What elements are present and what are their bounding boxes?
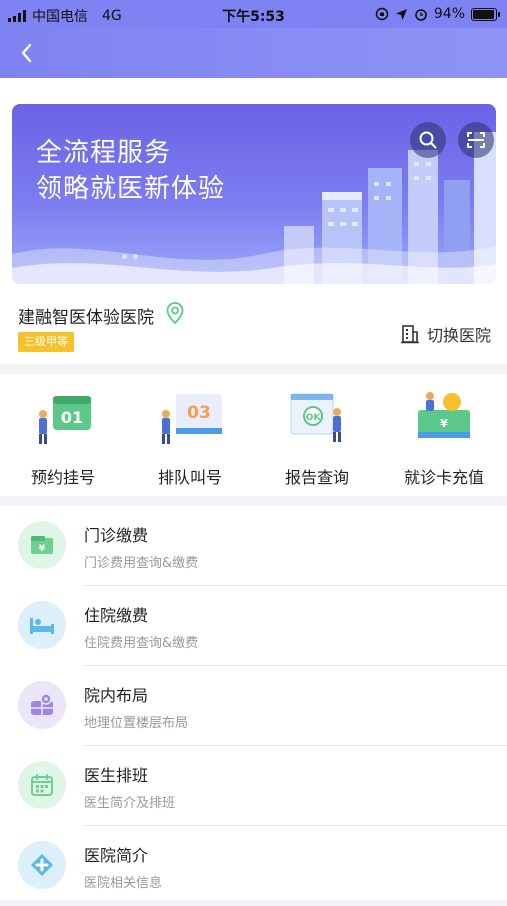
appointment-badge: 01 <box>61 408 83 427</box>
quick-action-label: 就诊卡充值 <box>403 468 484 487</box>
report-icon: OK <box>277 388 357 448</box>
banner-title: 全流程服务 <box>36 138 172 168</box>
list-item-subtitle: 医院相关信息 <box>84 876 163 891</box>
hospital-level-badge: 三级甲等 <box>18 332 74 352</box>
search-icon <box>419 131 437 149</box>
list-item-title: 医生排班 <box>84 766 149 785</box>
list-item-subtitle: 门诊费用查询&缴费 <box>84 556 199 571</box>
banner-wave <box>12 246 496 284</box>
list-item-hospital-intro[interactable]: 医院简介 医院相关信息 <box>0 826 507 906</box>
list-item-title: 门诊缴费 <box>84 526 149 545</box>
banner-subtitle: 领略就医新体验 <box>36 174 226 204</box>
service-list: ¥ 门诊缴费 门诊费用查询&缴费 住院缴费 住院费用查询&缴费 院内布局 地理位… <box>0 506 507 900</box>
calendar-icon <box>18 761 66 809</box>
list-item-doctor-schedule[interactable]: 医生排班 医生简介及排班 <box>0 746 507 826</box>
switch-hospital-button[interactable]: 切换医院 <box>400 322 491 346</box>
status-bar: 中国电信 4G 下午5:53 94% <box>0 0 507 28</box>
quick-action-appointment[interactable]: 01 预约挂号 <box>0 388 126 488</box>
report-badge: OK <box>306 413 322 423</box>
list-item-outpatient-payment[interactable]: ¥ 门诊缴费 门诊费用查询&缴费 <box>0 506 507 586</box>
battery-icon <box>471 7 500 21</box>
list-item-title: 院内布局 <box>84 686 149 705</box>
map-icon <box>18 681 66 729</box>
recharge-badge: ¥ <box>440 417 448 430</box>
hospital-card: 全流程服务 领略就医新体验 建融智医体验医院 三级甲等 切换医院 <box>0 78 507 364</box>
search-button[interactable] <box>410 122 446 158</box>
quick-action-card-recharge[interactable]: ¥ 就诊卡充值 <box>381 388 507 488</box>
queue-badge: 03 <box>187 403 211 423</box>
bed-icon <box>18 601 66 649</box>
queue-icon: 03 <box>150 388 230 448</box>
list-item-hospital-layout[interactable]: 院内布局 地理位置楼层布局 <box>0 666 507 746</box>
nav-bar <box>0 28 507 78</box>
orientation-lock-icon <box>375 7 389 21</box>
scan-icon <box>467 132 485 148</box>
wallet-icon: ¥ <box>18 521 66 569</box>
quick-action-queue[interactable]: 03 排队叫号 <box>127 388 253 488</box>
appointment-icon: 01 <box>23 388 103 448</box>
list-item-subtitle: 住院费用查询&缴费 <box>84 636 199 651</box>
list-item-title: 医院简介 <box>84 846 149 865</box>
hospital-name: 建融智医体验医院 <box>18 308 154 328</box>
location-arrow-icon <box>395 8 407 20</box>
back-icon[interactable] <box>16 40 38 66</box>
alarm-icon <box>415 9 427 21</box>
quick-action-label: 报告查询 <box>284 468 349 487</box>
card-recharge-icon: ¥ <box>404 388 484 448</box>
carousel-indicator <box>122 254 138 259</box>
promo-banner[interactable]: 全流程服务 领略就医新体验 <box>12 104 496 284</box>
list-item-subtitle: 地理位置楼层布局 <box>84 716 189 731</box>
switch-hospital-label: 切换医院 <box>426 326 491 345</box>
quick-action-report[interactable]: OK 报告查询 <box>254 388 380 488</box>
list-item-subtitle: 医生简介及排班 <box>84 796 176 811</box>
battery-percent: 94% <box>433 6 465 22</box>
list-item-inpatient-payment[interactable]: 住院缴费 住院费用查询&缴费 <box>0 586 507 666</box>
svg-text:¥: ¥ <box>39 544 46 554</box>
building-icon <box>400 325 419 344</box>
quick-action-label: 排队叫号 <box>157 468 222 487</box>
list-item-title: 住院缴费 <box>84 606 149 625</box>
quick-action-label: 预约挂号 <box>30 468 95 487</box>
hospital-info-icon <box>18 841 66 889</box>
quick-actions: 01 预约挂号 03 排队叫号 OK 报告查询 ¥ 就诊卡充值 <box>0 374 507 496</box>
location-pin-icon <box>166 302 184 324</box>
scan-button[interactable] <box>458 122 494 158</box>
